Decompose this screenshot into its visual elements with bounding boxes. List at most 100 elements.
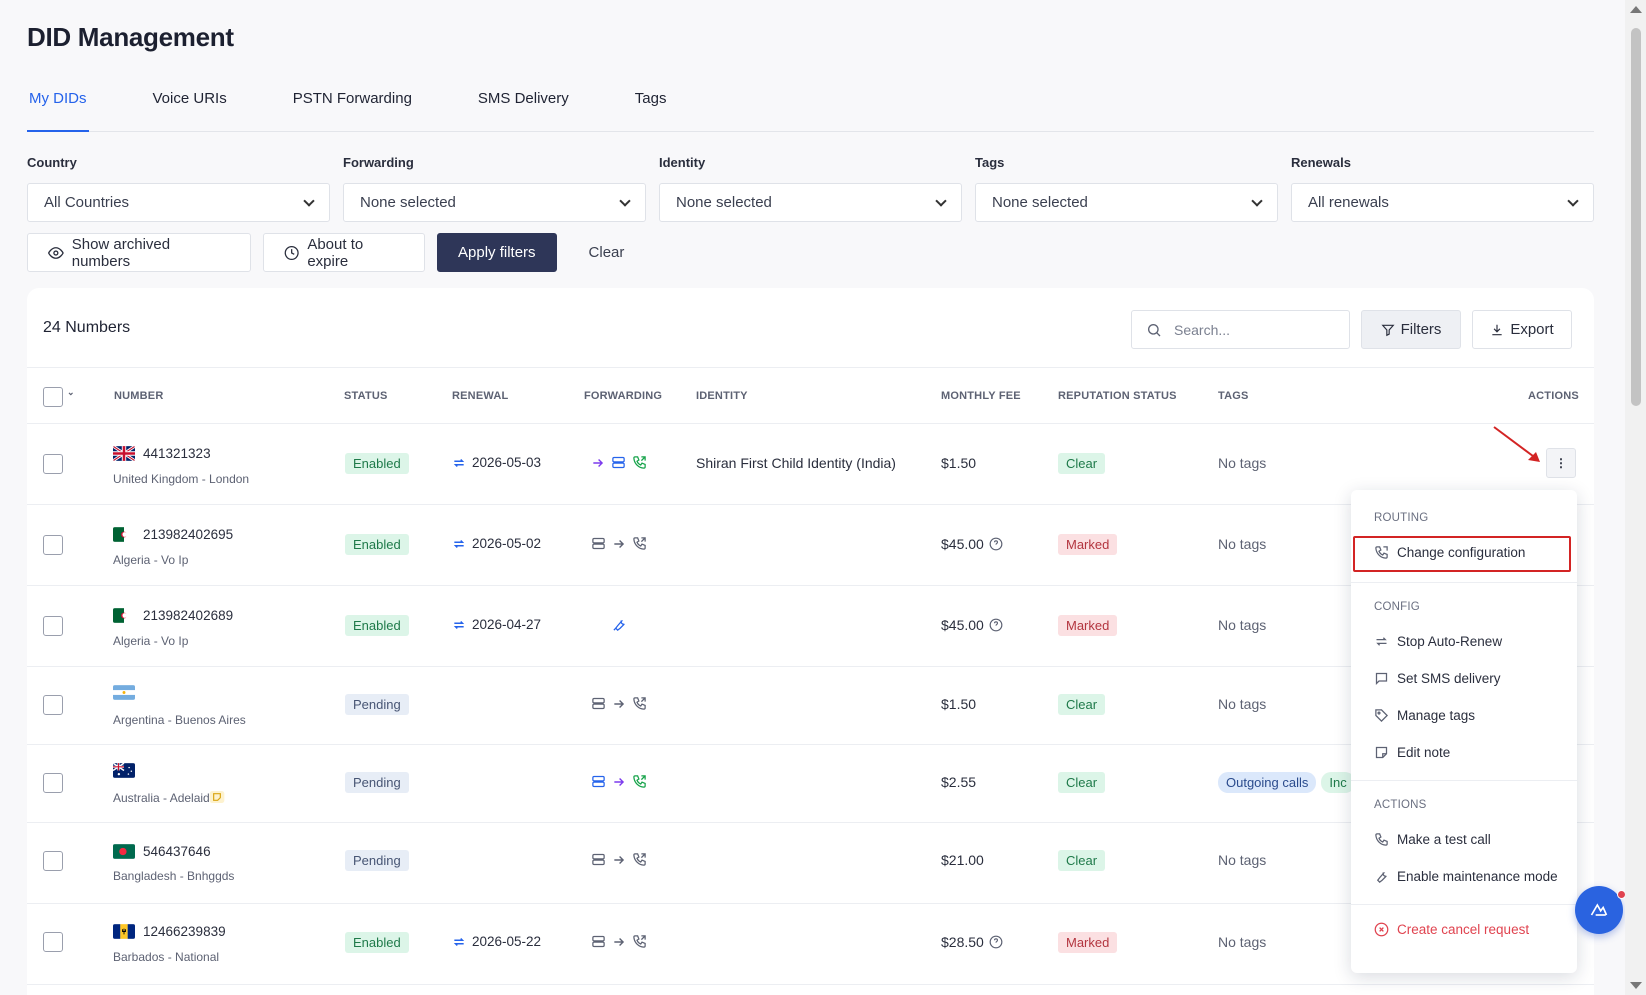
barbados-flag-icon <box>113 924 135 939</box>
stop-auto-renew-item[interactable]: Stop Auto-Renew <box>1374 634 1502 649</box>
chevron-down-icon <box>1251 194 1263 207</box>
renewal-date: 2026-04-27 <box>472 617 542 632</box>
make-test-call-label: Make a test call <box>1397 832 1491 847</box>
tags-select-value: None selected <box>992 194 1088 211</box>
select-all-checkbox[interactable] <box>43 387 63 407</box>
manage-tags-item[interactable]: Manage tags <box>1374 708 1475 723</box>
menu-section-config: CONFIG <box>1374 601 1420 613</box>
filters-button[interactable]: Filters <box>1361 310 1461 349</box>
row-checkbox[interactable] <box>43 454 63 474</box>
show-archived-button[interactable]: Show archived numbers <box>27 233 251 272</box>
enable-maintenance-item[interactable]: Enable maintenance mode <box>1374 869 1558 884</box>
change-configuration-item[interactable]: Change configuration <box>1374 545 1525 560</box>
status-badge: Enabled <box>345 534 409 555</box>
phone-forward-icon <box>633 935 646 948</box>
search-icon <box>1148 323 1161 336</box>
apply-filters-button[interactable]: Apply filters <box>437 233 557 272</box>
filter-labels: Country Forwarding Identity Tags Renewal… <box>27 155 1594 170</box>
server-icon <box>612 456 625 469</box>
auto-renew-icon <box>1376 637 1387 646</box>
fee-cell: $1.50 <box>941 696 976 712</box>
manage-tags-label: Manage tags <box>1397 708 1476 723</box>
scroll-up-arrow[interactable] <box>1630 6 1642 13</box>
stop-auto-renew-label: Stop Auto-Renew <box>1397 634 1503 649</box>
table-toolbar: 24 Numbers Search... Filters Export <box>27 288 1594 368</box>
renewals-select[interactable]: All renewals <box>1291 183 1594 222</box>
country-select-value: All Countries <box>44 194 130 211</box>
row-checkbox[interactable] <box>43 695 63 715</box>
help-icon[interactable] <box>989 618 1003 632</box>
about-to-expire-label: About to expire <box>307 235 364 270</box>
auto-renew-icon <box>453 458 465 467</box>
row-checkbox[interactable] <box>43 851 63 871</box>
tags-select[interactable]: None selected <box>975 183 1278 222</box>
export-button[interactable]: Export <box>1472 310 1572 349</box>
scrollbar-thumb[interactable] <box>1631 28 1641 406</box>
fee-cell: $21.00 <box>941 852 984 868</box>
tab-voice-uris[interactable]: Voice URIs <box>151 82 229 132</box>
create-cancel-request-item[interactable]: Create cancel request <box>1374 922 1529 937</box>
col-status: STATUS <box>344 390 388 402</box>
tags-cell: No tags <box>1218 455 1267 471</box>
edit-note-item[interactable]: Edit note <box>1374 745 1450 760</box>
reputation-badge: Clear <box>1058 694 1106 715</box>
tab-tags[interactable]: Tags <box>633 82 669 132</box>
identity-select[interactable]: None selected <box>659 183 962 222</box>
country-select[interactable]: All Countries <box>27 183 330 222</box>
about-to-expire-button[interactable]: About to expire <box>263 233 425 272</box>
assistant-fab-button[interactable] <box>1575 886 1623 934</box>
help-icon[interactable] <box>989 537 1003 551</box>
search-input[interactable]: Search... <box>1131 310 1350 349</box>
menu-section-routing: ROUTING <box>1374 512 1429 524</box>
arrow-right-icon <box>614 539 625 548</box>
tags-cell: Outgoing calls Inc <box>1218 772 1355 793</box>
fee-value: $45.00 <box>941 536 984 552</box>
col-identity: IDENTITY <box>696 390 748 402</box>
clear-button[interactable]: Clear <box>569 233 645 272</box>
tab-my-dids[interactable]: My DIDs <box>27 82 89 132</box>
forwarding-cell <box>591 455 647 470</box>
make-test-call-item[interactable]: Make a test call <box>1374 832 1491 847</box>
status-badge: Enabled <box>345 932 409 953</box>
row-actions-button[interactable]: ⋮ <box>1546 448 1576 478</box>
help-icon[interactable] <box>989 935 1003 949</box>
tags-label: Tags <box>975 155 1005 170</box>
row-number: 12466239839 <box>143 924 226 939</box>
status-badge: Enabled <box>345 453 409 474</box>
fee-cell: $45.00 <box>941 617 1003 633</box>
chevron-down-icon[interactable]: ⌄ <box>67 387 75 398</box>
row-location: Algeria - Vo Ip <box>113 553 189 567</box>
renewal-cell: 2026-04-27 <box>452 617 541 632</box>
annotation-arrow <box>1493 426 1540 462</box>
wrench-icon <box>1376 872 1387 883</box>
tag-icon <box>1375 709 1389 723</box>
tab-pstn-forwarding[interactable]: PSTN Forwarding <box>291 82 414 132</box>
row-checkbox[interactable] <box>43 535 63 555</box>
row-checkbox[interactable] <box>43 616 63 636</box>
note-icon[interactable] <box>209 790 225 804</box>
server-icon <box>592 697 605 710</box>
arrow-right-icon <box>614 937 625 946</box>
col-forwarding: FORWARDING <box>584 390 663 402</box>
scroll-down-arrow[interactable] <box>1630 982 1642 989</box>
forwarding-cell <box>612 617 627 632</box>
row-checkbox[interactable] <box>43 932 63 952</box>
set-sms-delivery-item[interactable]: Set SMS delivery <box>1374 671 1501 686</box>
assistant-icon <box>1590 903 1608 916</box>
tab-sms-delivery[interactable]: SMS Delivery <box>476 82 571 132</box>
row-location: Argentina - Buenos Aires <box>113 713 246 727</box>
reputation-badge: Marked <box>1058 615 1118 636</box>
chevron-down-icon <box>935 194 947 207</box>
status-badge: Pending <box>345 772 409 793</box>
vertical-scrollbar[interactable] <box>1625 0 1646 995</box>
tags-cell: No tags <box>1218 852 1267 868</box>
status-badge: Pending <box>345 694 409 715</box>
forwarding-select[interactable]: None selected <box>343 183 646 222</box>
algeria-flag-icon <box>113 527 135 542</box>
row-checkbox[interactable] <box>43 773 63 793</box>
fee-value: $45.00 <box>941 617 984 633</box>
tags-cell: No tags <box>1218 617 1267 633</box>
forwarding-cell <box>591 852 647 867</box>
row-location: Bangladesh - Bnhggds <box>113 869 235 883</box>
renewals-label: Renewals <box>1291 155 1351 170</box>
